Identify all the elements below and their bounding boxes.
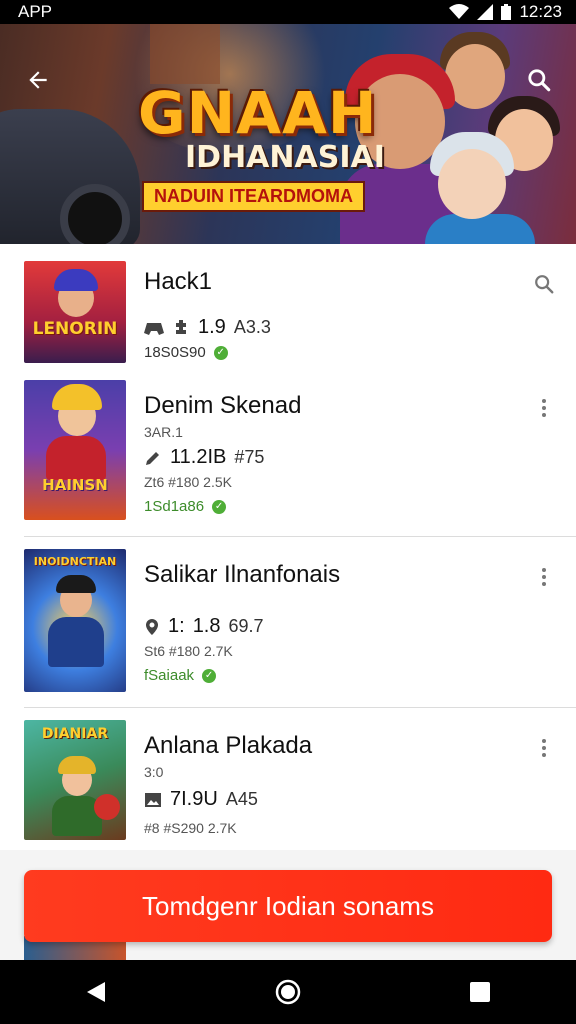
item-subtext: #8 #S290 2.7K (144, 820, 237, 836)
status-time: 12:23 (519, 2, 562, 21)
primary-cta-button[interactable]: Tomdgenr Iodian sonams (24, 870, 552, 942)
banner-ribbon: NADUIN ITEARDMOMA (142, 181, 365, 212)
more-options-button[interactable] (528, 561, 560, 593)
banner-subtitle: IDHANASIAI (185, 140, 385, 175)
nav-home-icon (275, 979, 301, 1005)
nav-home-button[interactable] (258, 962, 318, 1022)
signal-icon (477, 4, 494, 20)
item-extra: 69.7 (228, 616, 264, 636)
nav-back-button[interactable] (66, 962, 126, 1022)
image-icon (145, 792, 161, 807)
game-thumbnail: DIANIAR (24, 720, 126, 840)
nav-recents-icon (470, 982, 490, 1002)
item-downloads-text: fSaiaak (144, 667, 195, 684)
item-rating: 1.9 (198, 316, 226, 338)
location-icon (146, 618, 158, 635)
game-thumbnail: LENORIN (24, 261, 126, 363)
item-tag: 3:0 (144, 764, 164, 780)
item-rating: 11.2IB (170, 446, 227, 468)
search-icon (535, 275, 554, 294)
system-nav-bar (0, 960, 576, 1024)
nav-recents-button[interactable] (450, 962, 510, 1022)
game-thumbnail: INOIDNCTIAN (24, 549, 126, 692)
more-options-button[interactable] (528, 392, 560, 424)
status-icons: 12:23 (449, 2, 562, 22)
game-list: LENORIN Hack1 1.9 A3.3 18S0S90 ✓ HAINSN … (0, 244, 576, 850)
item-subtext: Zt6 #180 2.5K (144, 474, 232, 490)
status-app-label: APP (18, 2, 53, 21)
item-meta: 1.9 A3.3 (144, 316, 271, 339)
game-thumbnail: HAINSN (24, 380, 126, 520)
verified-icon: ✓ (213, 345, 228, 360)
battery-icon (501, 4, 512, 20)
item-tag: 3AR.1 (144, 424, 183, 440)
list-item[interactable]: LENORIN Hack1 1.9 A3.3 18S0S90 ✓ (0, 244, 576, 374)
item-meta: 7I.9U A45 (144, 788, 258, 811)
controller-icon (144, 322, 164, 335)
list-item[interactable]: DIANIAR Anlana Plakada 3:0 7I.9U A45 #8 … (0, 708, 576, 850)
thumbnail-label: HAINSN (42, 476, 108, 494)
banner-building (150, 24, 220, 84)
pencil-icon (146, 451, 159, 465)
thumbnail-label: DIANIAR (41, 726, 109, 742)
back-button[interactable] (18, 60, 58, 100)
item-extra: #75 (234, 447, 265, 467)
item-downloads-text: 18S0S90 (144, 344, 206, 361)
nav-back-icon (87, 982, 105, 1002)
thumbnail-label: INOIDNCTIAN (33, 555, 117, 568)
item-title: Anlana Plakada (144, 732, 313, 759)
item-title: Denim Skenad (144, 392, 302, 419)
status-bar: APP 12:23 (0, 0, 576, 24)
hero-body (425, 214, 535, 244)
item-search-button[interactable] (528, 268, 560, 300)
banner-title: GNAAH (138, 79, 378, 147)
item-rating: 7I.9U (170, 788, 218, 810)
more-vert-icon (542, 399, 546, 417)
item-extra: A3.3 (233, 317, 271, 337)
verified-icon: ✓ (202, 668, 217, 683)
item-downloads: fSaiaak ✓ (144, 667, 217, 684)
item-downloads: 18S0S90 ✓ (144, 344, 228, 361)
item-subtext: St6 #180 2.7K (144, 643, 233, 659)
hero-character (438, 149, 506, 219)
item-meta: 1: 1.8 69.7 (144, 615, 264, 638)
verified-icon: ✓ (212, 499, 227, 514)
hero-banner: GNAAH IDHANASIAI NADUIN ITEARDMOMA (0, 24, 576, 244)
item-rating: 1.8 (192, 615, 221, 637)
item-title: Hack1 (144, 268, 213, 295)
puzzle-icon (176, 319, 186, 334)
item-downloads: 1Sd1a86 ✓ (144, 498, 227, 515)
thumbnail-label: LENORIN (32, 319, 118, 339)
wifi-icon (449, 4, 470, 19)
search-button[interactable] (519, 60, 559, 100)
list-item[interactable]: INOIDNCTIAN Salikar Ilnanfonais 1: 1.8 6… (0, 537, 576, 707)
item-downloads-text: 1Sd1a86 (144, 498, 205, 515)
item-meta: 11.2IB #75 (144, 446, 264, 469)
list-item[interactable]: HAINSN Denim Skenad 3AR.1 11.2IB #75 Zt6… (0, 374, 576, 536)
item-extra: A45 (225, 789, 258, 809)
more-vert-icon (542, 739, 546, 757)
item-prefix: 1: (168, 615, 185, 637)
back-arrow-icon (29, 71, 47, 89)
search-icon (528, 69, 551, 92)
item-title: Salikar Ilnanfonais (144, 561, 341, 588)
more-options-button[interactable] (528, 732, 560, 764)
more-vert-icon (542, 568, 546, 586)
